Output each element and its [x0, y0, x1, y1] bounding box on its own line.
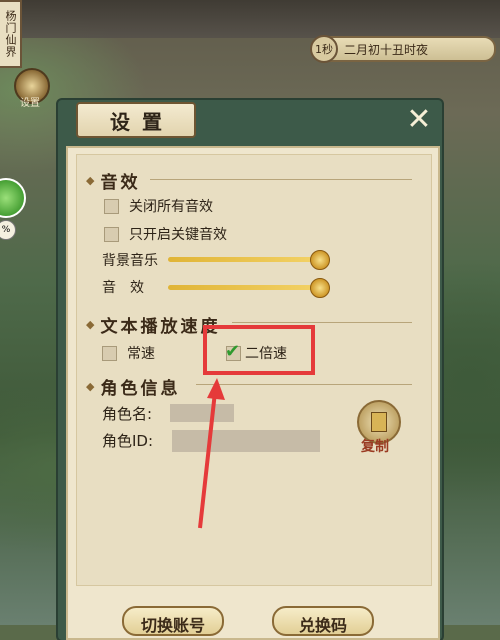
arrow-head: [207, 378, 225, 400]
annotation-arrow: [198, 378, 225, 529]
arrow-shaft: [198, 391, 217, 529]
